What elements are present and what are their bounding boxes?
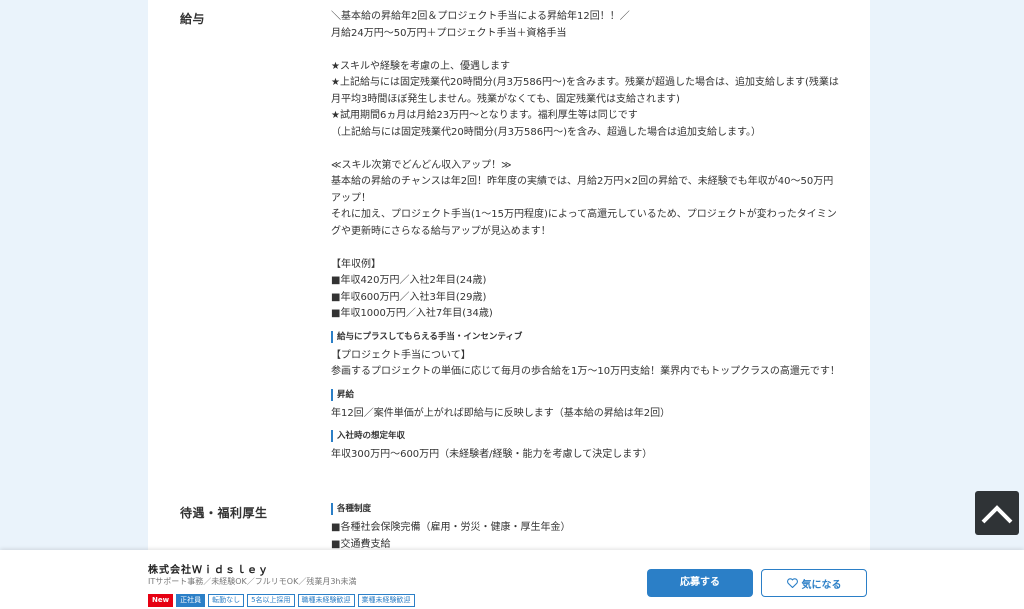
chevron-up-icon <box>981 505 1013 524</box>
salary-content: ＼基本給の昇給年2回＆プロジェクト手当による昇給年12回！！／ 月給24万円〜5… <box>331 9 851 464</box>
benefits-content: 各種制度 ■各種社会保険完備（雇用・労災・健康・厚生年金） ■交通費支給 <box>331 500 851 553</box>
apply-button[interactable]: 応募する <box>647 569 753 597</box>
salary-notes: ★スキルや経験を考慮の上、優遇します ★上記給与には固定残業代20時間分(月3万… <box>331 60 839 138</box>
sticky-apply-bar: 株式会社Ｗｉｄｓｌｅｙ ITサポート事務／未経験OK／フルリモOK／残業月3h未… <box>0 550 1024 609</box>
favorite-label: 気になる <box>801 579 842 591</box>
incentive-heading: 給与にプラスしてもらえる手当・インセンティブ <box>331 330 851 343</box>
expected-income-body: 年収300万円〜600万円（未経験者/経験・能力を考慮して決定します） <box>331 449 653 460</box>
job-subtitle: ITサポート事務／未経験OK／フルリモOK／残業月3h未満 <box>148 577 357 586</box>
favorite-button[interactable]: 気になる <box>761 569 867 597</box>
salary-growth: ≪スキル次第でどんどん収入アップ！≫ 基本給の昇給のチャンスは年2回！昨年度の実… <box>331 159 837 237</box>
salary-label: 給与 <box>180 12 206 26</box>
incentive-body: 【プロジェクト手当について】 参画するプロジェクトの単価に応じて毎月の歩合給を1… <box>331 349 840 378</box>
tag-job-inexperienced: 職種未経験歓迎 <box>297 594 355 607</box>
raise-body: 年12回／案件単価が上がれば即給与に反映します（基本給の昇給は年2回） <box>331 407 671 419</box>
systems-body: ■各種社会保険完備（雇用・労災・健康・厚生年金） ■交通費支給 <box>331 522 571 550</box>
raise-heading: 昇給 <box>331 388 851 401</box>
tag-hiring-count: 5名以上採用 <box>247 594 295 607</box>
salary-examples: 【年収例】 ■年収420万円／入社2年目(24歳) ■年収600万円／入社3年目… <box>331 258 493 320</box>
expected-income-heading: 入社時の想定年収 <box>331 430 851 442</box>
company-name: 株式会社Ｗｉｄｓｌｅｙ <box>148 565 269 576</box>
tag-new: New <box>148 594 174 607</box>
job-tags: New 正社員 転勤なし 5名以上採用 職種未経験歓迎 業種未経験歓迎 <box>148 594 415 607</box>
scroll-to-top-button[interactable] <box>975 491 1019 535</box>
tag-industry-inexperienced: 業種未経験歓迎 <box>357 594 415 607</box>
salary-summary: ＼基本給の昇給年2回＆プロジェクト手当による昇給年12回！！／ 月給24万円〜5… <box>331 11 630 39</box>
job-detail-card: 給与 ＼基本給の昇給年2回＆プロジェクト手当による昇給年12回！！／ 月給24万… <box>148 0 870 609</box>
heart-icon <box>786 578 798 588</box>
benefits-label: 待遇・福利厚生 <box>180 506 268 520</box>
systems-heading: 各種制度 <box>331 503 851 515</box>
tag-no-transfer: 転勤なし <box>208 594 245 607</box>
tag-employment-type: 正社員 <box>176 594 206 607</box>
